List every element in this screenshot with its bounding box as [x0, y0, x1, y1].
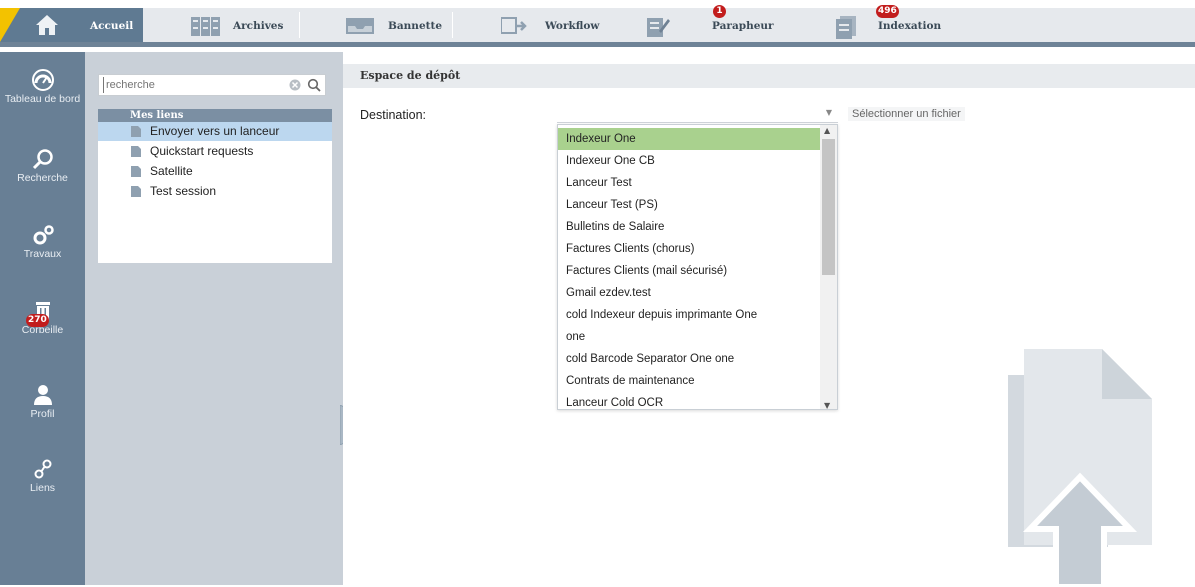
dropdown-option[interactable]: Indexeur One [558, 128, 821, 150]
nav-search[interactable]: Recherche [0, 148, 85, 184]
nav-profile[interactable]: Profil [0, 384, 85, 420]
indexation-icon [836, 16, 856, 39]
tab-workflow[interactable]: Workflow [453, 8, 600, 42]
tab-archives[interactable]: Archives [143, 8, 293, 42]
section-title: Espace de dépôt [343, 64, 1195, 88]
tab-archives-label: Archives [233, 20, 284, 32]
main-content: Espace de dépôt Destination: ▼ Sélection… [343, 52, 1195, 587]
links-search-input[interactable] [103, 77, 283, 93]
choose-file-button[interactable]: Sélectionner un fichier [848, 107, 965, 121]
dropdown-option[interactable]: cold Barcode Separator One one [558, 348, 821, 370]
tab-accueil-label: Accueil [90, 20, 134, 32]
dropdown-option[interactable]: Factures Clients (chorus) [558, 238, 821, 260]
dropdown-option[interactable]: Gmail ezdev.test [558, 282, 821, 304]
indexation-count-badge: 496 [876, 5, 899, 18]
link-item-label: Envoyer vers un lanceur [150, 124, 280, 138]
dropdown-option[interactable]: Contrats de maintenance [558, 370, 821, 392]
document-icon [131, 186, 141, 197]
destination-select[interactable]: ▼ [557, 101, 838, 123]
left-nav: Tableau de bord Recherche Travaux 270 Co… [0, 52, 85, 585]
nav-jobs-label: Travaux [23, 248, 62, 260]
dropdown-option[interactable]: Lanceur Cold OCR [558, 392, 821, 409]
nav-links[interactable]: Liens [0, 458, 85, 494]
document-icon [131, 146, 141, 157]
tab-bannette-label: Bannette [388, 20, 443, 32]
link-item-label: Quickstart requests [150, 144, 254, 158]
clear-search-icon[interactable] [289, 79, 301, 91]
nav-profile-label: Profil [30, 408, 55, 420]
nav-dashboard[interactable]: Tableau de bord [0, 69, 85, 105]
tab-parapheur[interactable]: 1 Parapheur [596, 5, 782, 42]
home-corner-flag [0, 8, 20, 42]
dropdown-option[interactable]: Indexeur One CB [558, 150, 821, 172]
nav-dashboard-label: Tableau de bord [4, 93, 81, 105]
tab-indexation-label: Indexation [878, 20, 942, 32]
chevron-down-icon[interactable]: ▼ [826, 108, 832, 117]
home-button[interactable] [0, 8, 86, 42]
user-icon [33, 385, 52, 405]
search-icon [32, 149, 53, 170]
signature-book-icon [647, 18, 670, 37]
scroll-down-icon[interactable]: ▼ [824, 401, 830, 409]
tray-icon [346, 18, 374, 34]
dropdown-option[interactable]: Lanceur Test [558, 172, 821, 194]
workflow-icon [501, 17, 527, 34]
scrollbar-thumb[interactable] [822, 139, 835, 275]
tab-accueil[interactable]: Accueil [86, 8, 143, 42]
destination-dropdown: Indexeur One Indexeur One CB Lanceur Tes… [557, 124, 838, 410]
links-header: Mes liens [98, 109, 332, 122]
dropdown-option[interactable]: one [558, 326, 821, 348]
archives-icon [191, 17, 220, 36]
dropdown-option[interactable]: Bulletins de Salaire [558, 216, 821, 238]
gears-icon [33, 225, 54, 245]
link-item[interactable]: Quickstart requests [98, 142, 332, 161]
destination-label: Destination: [360, 108, 427, 122]
home-icon [36, 15, 58, 35]
links-list: Mes liens Envoyer vers un lanceur Quicks… [98, 109, 332, 263]
dropdown-option[interactable]: Factures Clients (mail sécurisé) [558, 260, 821, 282]
tab-parapheur-label: Parapheur [712, 20, 774, 32]
link-icon [34, 459, 51, 479]
link-item[interactable]: Envoyer vers un lanceur [98, 122, 332, 141]
nav-links-label: Liens [29, 482, 56, 494]
parapheur-count-badge: 1 [713, 5, 726, 18]
link-item[interactable]: Satellite [98, 162, 332, 181]
dropdown-option[interactable]: Lanceur Test (PS) [558, 194, 821, 216]
link-item-label: Satellite [150, 164, 193, 178]
dropdown-scrollbar[interactable]: ▲ ▼ [820, 125, 837, 409]
nav-jobs[interactable]: Travaux [0, 224, 85, 260]
nav-trash[interactable]: 270 Corbeille [0, 300, 85, 336]
upload-documents-icon [1008, 349, 1152, 587]
tab-workflow-label: Workflow [545, 20, 600, 32]
links-search-box [98, 74, 326, 96]
search-icon[interactable] [307, 78, 321, 92]
trash-count-badge: 270 [26, 314, 49, 327]
tab-bannette[interactable]: Bannette [300, 8, 448, 42]
tab-indexation[interactable]: 496 Indexation [782, 5, 962, 42]
scroll-up-icon[interactable]: ▲ [824, 126, 830, 135]
dropdown-option[interactable]: cold Indexeur depuis imprimante One [558, 304, 821, 326]
top-tab-bar: Accueil Archives Bannette Workflow 1 Par… [0, 0, 1195, 48]
document-icon [131, 126, 141, 137]
links-panel: Mes liens Envoyer vers un lanceur Quicks… [85, 52, 343, 585]
document-icon [131, 166, 141, 177]
link-item[interactable]: Test session [98, 182, 332, 201]
nav-search-label: Recherche [17, 172, 68, 184]
dashboard-gauge-icon [31, 69, 54, 91]
link-item-label: Test session [150, 184, 217, 198]
tab-underline [0, 42, 1195, 47]
